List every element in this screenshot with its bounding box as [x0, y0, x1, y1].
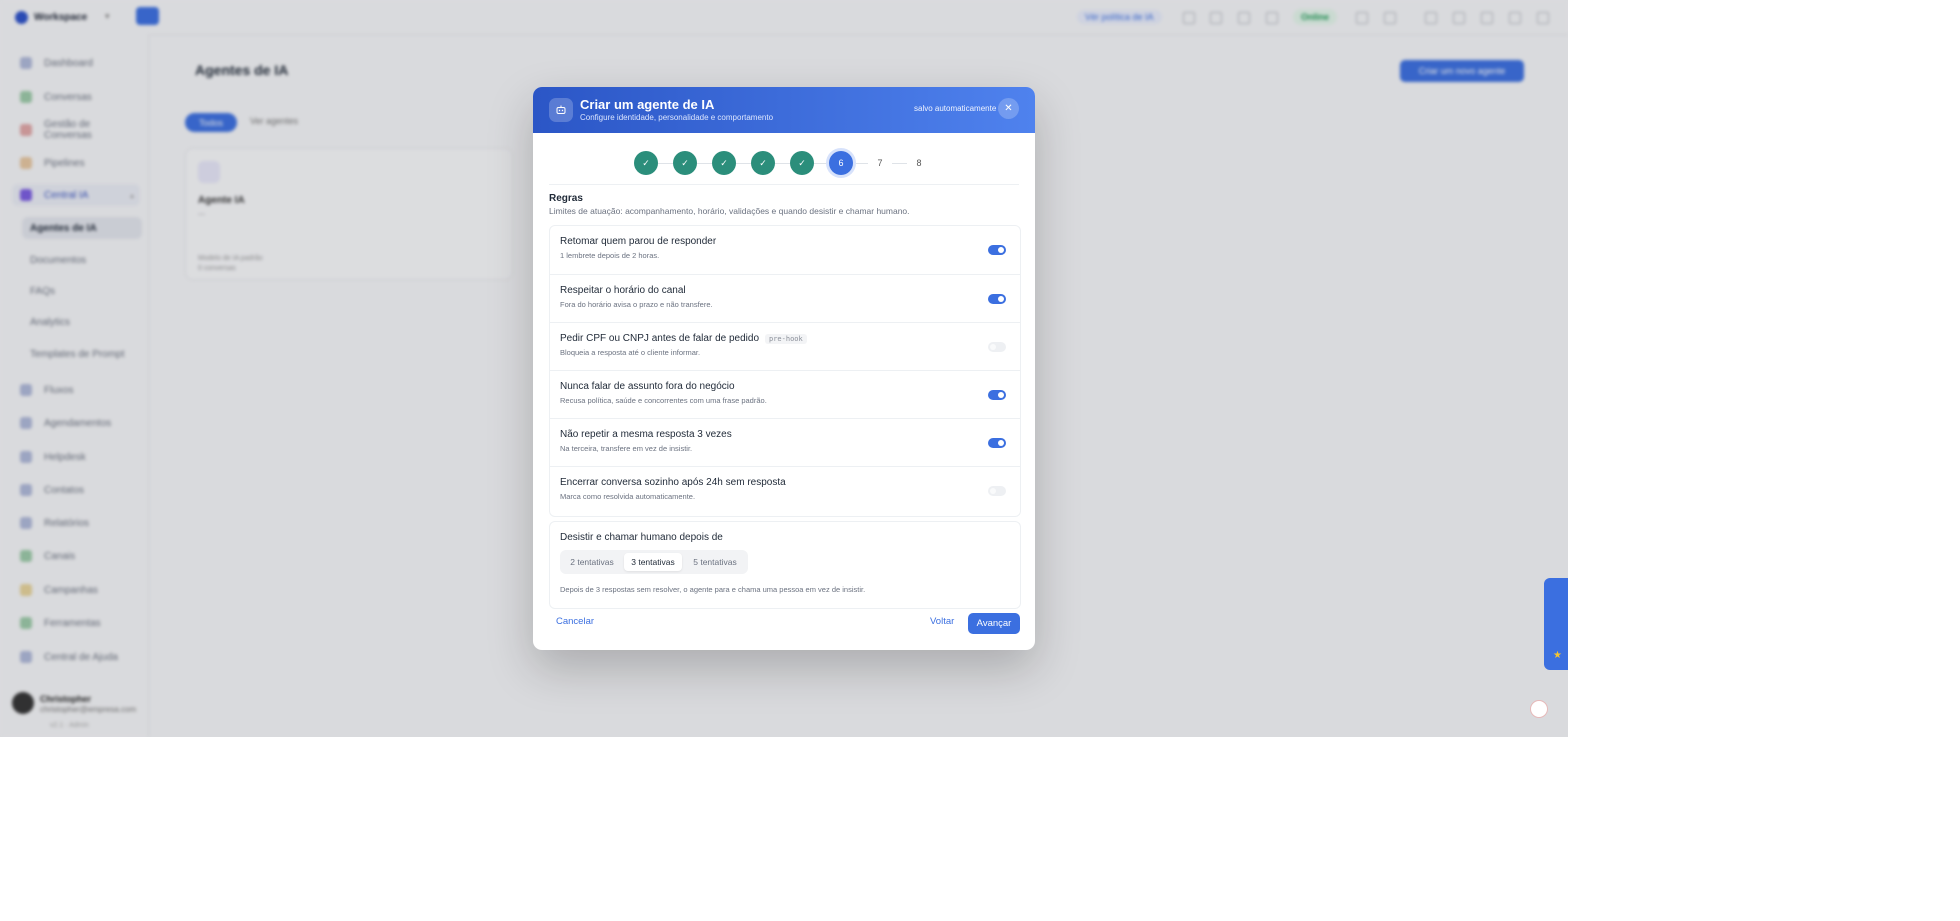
- rule-row: Nunca falar de assunto fora do negócio R…: [550, 370, 1020, 418]
- step-2[interactable]: ✓: [673, 151, 697, 175]
- star-icon: ★: [1553, 650, 1562, 661]
- modal-subtitle: Configure identidade, personalidade e co…: [580, 113, 774, 122]
- giveup-title: Desistir e chamar humano depois de: [560, 532, 723, 543]
- rule-description: Marca como resolvida automaticamente.: [560, 492, 696, 501]
- toggle-knob: [998, 440, 1004, 446]
- rule-title: Nunca falar de assunto fora do negócio: [560, 381, 735, 392]
- step-8[interactable]: 8: [907, 151, 931, 175]
- rule-tag: pre-hook: [765, 334, 807, 344]
- step-connector: [775, 163, 790, 164]
- modal-title: Criar um agente de IA: [580, 97, 715, 112]
- step-connector: [892, 163, 907, 164]
- section-title: Regras: [549, 193, 583, 204]
- step-5[interactable]: ✓: [790, 151, 814, 175]
- step-connector: [658, 163, 673, 164]
- step-3[interactable]: ✓: [712, 151, 736, 175]
- rule-title: Respeitar o horário do canal: [560, 285, 686, 296]
- attempts-option-3[interactable]: 3 tentativas: [624, 553, 682, 571]
- toggle-knob: [990, 488, 996, 494]
- rule-row: Pedir CPF ou CNPJ antes de falar de pedi…: [550, 322, 1020, 370]
- step-1[interactable]: ✓: [634, 151, 658, 175]
- rule-title: Pedir CPF ou CNPJ antes de falar de pedi…: [560, 333, 807, 344]
- section-description: Limites de atuação: acompanhamento, horá…: [549, 206, 910, 216]
- step-connector: [736, 163, 751, 164]
- attempts-option-5[interactable]: 5 tentativas: [686, 553, 744, 571]
- step-connector: [697, 163, 712, 164]
- giveup-description: Depois de 3 respostas sem resolver, o ag…: [560, 585, 866, 594]
- rule-row: Retomar quem parou de responder 1 lembre…: [550, 226, 1020, 274]
- toggle-knob: [990, 344, 996, 350]
- rule-title: Encerrar conversa sozinho após 24h sem r…: [560, 477, 786, 488]
- giveup-section: Desistir e chamar humano depois de 2 ten…: [549, 521, 1021, 609]
- toggle-knob: [998, 392, 1004, 398]
- attempts-option-2[interactable]: 2 tentativas: [564, 553, 620, 571]
- rule-toggle[interactable]: [988, 294, 1006, 304]
- rules-list: Retomar quem parou de responder 1 lembre…: [549, 225, 1021, 517]
- autosave-status: salvo automaticamente: [914, 104, 997, 113]
- rule-row: Encerrar conversa sozinho após 24h sem r…: [550, 466, 1020, 514]
- rule-description: Na terceira, transfere em vez de insisti…: [560, 444, 693, 453]
- app-window: Workspace ▾ Vér política de IA Online Da…: [0, 0, 1568, 737]
- rule-description: Fora do horário avisa o prazo e não tran…: [560, 300, 713, 309]
- bot-icon: [549, 98, 573, 122]
- rule-toggle[interactable]: [988, 342, 1006, 352]
- next-button[interactable]: Avançar: [968, 613, 1020, 634]
- divider: [549, 184, 1019, 185]
- toggle-knob: [998, 296, 1004, 302]
- step-7[interactable]: 7: [868, 151, 892, 175]
- step-4[interactable]: ✓: [751, 151, 775, 175]
- create-agent-modal: Criar um agente de IA Configure identida…: [533, 87, 1035, 650]
- step-connector: [814, 163, 829, 164]
- close-icon[interactable]: ✕: [998, 98, 1019, 119]
- rule-description: Recusa política, saúde e concorrentes co…: [560, 396, 767, 405]
- stepper: ✓ ✓ ✓ ✓ ✓ 6 7 8: [634, 151, 934, 175]
- rule-toggle[interactable]: [988, 390, 1006, 400]
- step-6[interactable]: 6: [829, 151, 853, 175]
- rule-description: Bloqueia a resposta até o cliente inform…: [560, 348, 701, 357]
- rule-toggle[interactable]: [988, 486, 1006, 496]
- back-button[interactable]: Voltar: [930, 616, 954, 627]
- rule-row: Respeitar o horário do canal Fora do hor…: [550, 274, 1020, 322]
- rule-toggle[interactable]: [988, 438, 1006, 448]
- step-connector: [853, 163, 868, 164]
- attempts-segmented-control: 2 tentativas 3 tentativas 5 tentativas: [560, 550, 748, 574]
- rule-row: Não repetir a mesma resposta 3 vezes Na …: [550, 418, 1020, 466]
- rule-toggle[interactable]: [988, 245, 1006, 255]
- toggle-knob: [998, 247, 1004, 253]
- rule-title: Não repetir a mesma resposta 3 vezes: [560, 429, 732, 440]
- rule-title: Retomar quem parou de responder: [560, 236, 717, 247]
- help-bubble[interactable]: [1530, 700, 1548, 718]
- cancel-button[interactable]: Cancelar: [556, 616, 594, 627]
- modal-header: Criar um agente de IA Configure identida…: [533, 87, 1035, 133]
- rule-description: 1 lembrete depois de 2 horas.: [560, 251, 660, 260]
